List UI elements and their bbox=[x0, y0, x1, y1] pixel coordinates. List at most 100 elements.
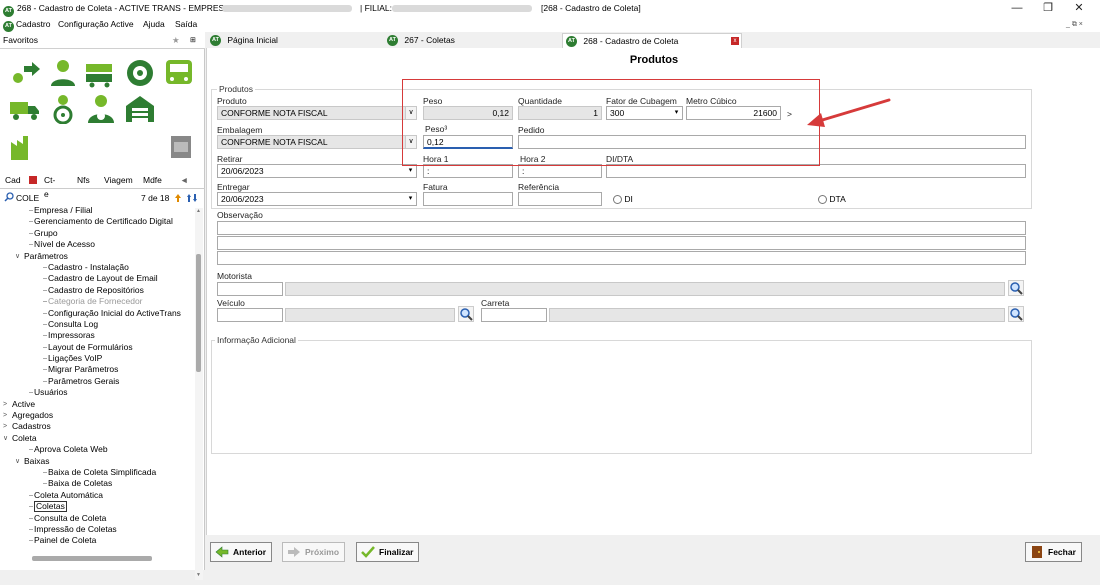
tree-item[interactable]: Ligações VoIP bbox=[0, 353, 198, 364]
caret-down-icon[interactable]: ▾ bbox=[405, 165, 416, 177]
fechar-button[interactable]: Fechar bbox=[1025, 542, 1082, 562]
entregar-date[interactable]: 20/06/2023 ▾ bbox=[217, 192, 417, 206]
favorite-arrow-icon[interactable] bbox=[8, 58, 44, 88]
veiculo-search-icon[interactable] bbox=[458, 306, 474, 322]
hora1-field[interactable]: : bbox=[423, 164, 513, 178]
tree-item[interactable]: Layout de Formulários bbox=[0, 342, 198, 353]
tree-item[interactable]: Categoria de Fornecedor bbox=[0, 296, 198, 307]
tree-item[interactable]: Aprova Coleta Web bbox=[0, 444, 198, 455]
tab-pagina-inicial[interactable]: AT Página Inicial bbox=[207, 33, 383, 48]
carreta-search-icon[interactable] bbox=[1008, 306, 1024, 322]
tree-item[interactable]: > Agregados bbox=[0, 410, 198, 421]
favorite-fleet-icon[interactable] bbox=[83, 58, 119, 88]
menu-saida[interactable]: Saída bbox=[175, 17, 197, 32]
didta-field[interactable] bbox=[606, 164, 1026, 178]
tree-item[interactable]: Baixa de Coleta Simplificada bbox=[0, 467, 198, 478]
tree-item[interactable]: Impressão de Coletas bbox=[0, 524, 198, 535]
favorite-factory-icon[interactable] bbox=[8, 132, 44, 162]
chevron-down-icon[interactable]: ∨ bbox=[3, 433, 8, 444]
favorite-warehouse-icon[interactable] bbox=[124, 94, 160, 124]
tab-cad[interactable]: Cad bbox=[5, 173, 21, 187]
tab-nfs[interactable]: Nfs bbox=[77, 173, 90, 187]
tab-close-icon[interactable]: x bbox=[731, 37, 739, 45]
motorista-code-field[interactable] bbox=[217, 282, 283, 296]
hora2-field[interactable]: : bbox=[518, 164, 602, 178]
anterior-button[interactable]: Anterior bbox=[210, 542, 273, 562]
finalizar-button[interactable]: Finalizar bbox=[356, 542, 420, 562]
observacao-line-2[interactable] bbox=[217, 236, 1026, 250]
cad-close-icon[interactable] bbox=[29, 176, 37, 184]
tree-item[interactable]: Coleta Automática bbox=[0, 490, 198, 501]
pin-icon[interactable]: ⊞ bbox=[190, 32, 196, 49]
favorite-driver-icon[interactable] bbox=[45, 94, 81, 125]
restore-button[interactable]: ❐ bbox=[1033, 0, 1063, 17]
favorite-person-wheel-icon[interactable] bbox=[83, 94, 119, 124]
radio-circle[interactable] bbox=[818, 195, 827, 205]
favorite-wheel-icon[interactable] bbox=[124, 58, 160, 88]
tab-coletas[interactable]: AT 267 - Coletas bbox=[384, 33, 561, 48]
tree-item[interactable]: Cadastro - Instalação bbox=[0, 262, 198, 273]
tree-item[interactable]: Cadastro de Layout de Email bbox=[0, 273, 198, 284]
tree-item[interactable]: Migrar Parâmetros bbox=[0, 364, 198, 375]
tree-item[interactable]: ∨ Parâmetros bbox=[0, 251, 198, 262]
motorista-search-icon[interactable] bbox=[1008, 280, 1024, 296]
retirar-date[interactable]: 20/06/2023 ▾ bbox=[217, 164, 417, 178]
tree-item[interactable]: > Cadastros bbox=[0, 421, 198, 432]
tree-item[interactable]: Empresa / Filial bbox=[0, 205, 198, 216]
observacao-line-1[interactable] bbox=[217, 221, 1026, 235]
caret-down-icon[interactable]: ▾ bbox=[405, 193, 416, 205]
tree-item[interactable]: Usuários bbox=[0, 387, 198, 398]
tree-hscrollbar[interactable] bbox=[32, 556, 152, 561]
chevron-right-icon[interactable]: > bbox=[3, 421, 7, 432]
referencia-field[interactable] bbox=[518, 192, 602, 206]
mdi-window-controls[interactable]: _ ⧉ × bbox=[1066, 17, 1083, 32]
tree-item[interactable]: ∨ Coleta bbox=[0, 433, 198, 444]
tree-item[interactable]: Baixa de Coletas bbox=[0, 478, 198, 489]
tree-item[interactable]: Gerenciamento de Certificado Digital bbox=[0, 216, 198, 227]
veiculo-code-field[interactable] bbox=[217, 308, 283, 322]
tree-item[interactable]: Consulta de Coleta bbox=[0, 513, 198, 524]
menu-ajuda[interactable]: Ajuda bbox=[143, 17, 165, 32]
close-button[interactable]: ✕ bbox=[1064, 0, 1094, 17]
tree-item[interactable]: Impressoras bbox=[0, 330, 198, 341]
radio-di[interactable]: DI bbox=[613, 192, 633, 206]
tree-item[interactable]: Parâmetros Gerais bbox=[0, 376, 198, 387]
proximo-button[interactable]: Próximo bbox=[282, 542, 346, 562]
tree-item[interactable]: ∨ Baixas bbox=[0, 456, 198, 467]
tab-mdfe[interactable]: Mdfe bbox=[143, 173, 162, 187]
tree-item[interactable]: Painel de Coleta bbox=[0, 535, 198, 546]
favorite-box-icon[interactable] bbox=[168, 132, 204, 162]
embalagem-select[interactable]: CONFORME NOTA FISCAL ∨ bbox=[217, 135, 417, 149]
chevron-down-icon[interactable]: ∨ bbox=[15, 251, 20, 262]
chevron-right-icon[interactable]: > bbox=[3, 410, 7, 421]
chevron-right-icon[interactable]: > bbox=[3, 399, 7, 410]
tree-item[interactable]: Nível de Acesso bbox=[0, 239, 198, 250]
tree-item[interactable]: Consulta Log bbox=[0, 319, 198, 330]
observacao-line-3[interactable] bbox=[217, 251, 1026, 265]
tree-scrollbar[interactable]: ▲ ▼ bbox=[195, 208, 203, 580]
chevron-down-icon[interactable]: ∨ bbox=[15, 456, 20, 467]
carreta-code-field[interactable] bbox=[481, 308, 547, 322]
tree-item[interactable]: Configuração Inicial do ActiveTrans bbox=[0, 308, 198, 319]
tree-item[interactable]: Coletas bbox=[0, 501, 198, 513]
informacao-adicional-group[interactable] bbox=[211, 340, 1032, 454]
radio-dta[interactable]: DTA bbox=[818, 192, 846, 206]
tree-item[interactable]: Cadastro de Repositórios bbox=[0, 285, 198, 296]
produto-select[interactable]: CONFORME NOTA FISCAL ∨ bbox=[217, 106, 417, 120]
tree-item[interactable]: > Active bbox=[0, 399, 198, 410]
minimize-button[interactable]: — bbox=[1002, 0, 1032, 17]
radio-circle[interactable] bbox=[613, 195, 622, 205]
tabs-scroll-left-icon[interactable]: ◄ bbox=[180, 173, 188, 187]
star-icon[interactable]: ★ bbox=[172, 32, 180, 49]
tree-item[interactable]: Grupo bbox=[0, 228, 198, 239]
tab-cadastro-coleta[interactable]: AT 268 - Cadastro de Coleta x bbox=[562, 33, 742, 48]
menu-configuracao[interactable]: Configuração Active bbox=[58, 17, 134, 32]
fatura-field[interactable] bbox=[423, 192, 513, 206]
tree-scrollbar-thumb[interactable] bbox=[196, 254, 201, 372]
menu-cadastro[interactable]: Cadastro bbox=[16, 17, 51, 32]
favorite-truck-icon[interactable] bbox=[8, 94, 44, 124]
tree-search-input[interactable]: COLE bbox=[16, 192, 39, 204]
tab-viagem[interactable]: Viagem bbox=[104, 173, 133, 187]
favorite-bus-icon[interactable] bbox=[163, 58, 199, 88]
favorite-user-icon[interactable] bbox=[45, 58, 81, 88]
